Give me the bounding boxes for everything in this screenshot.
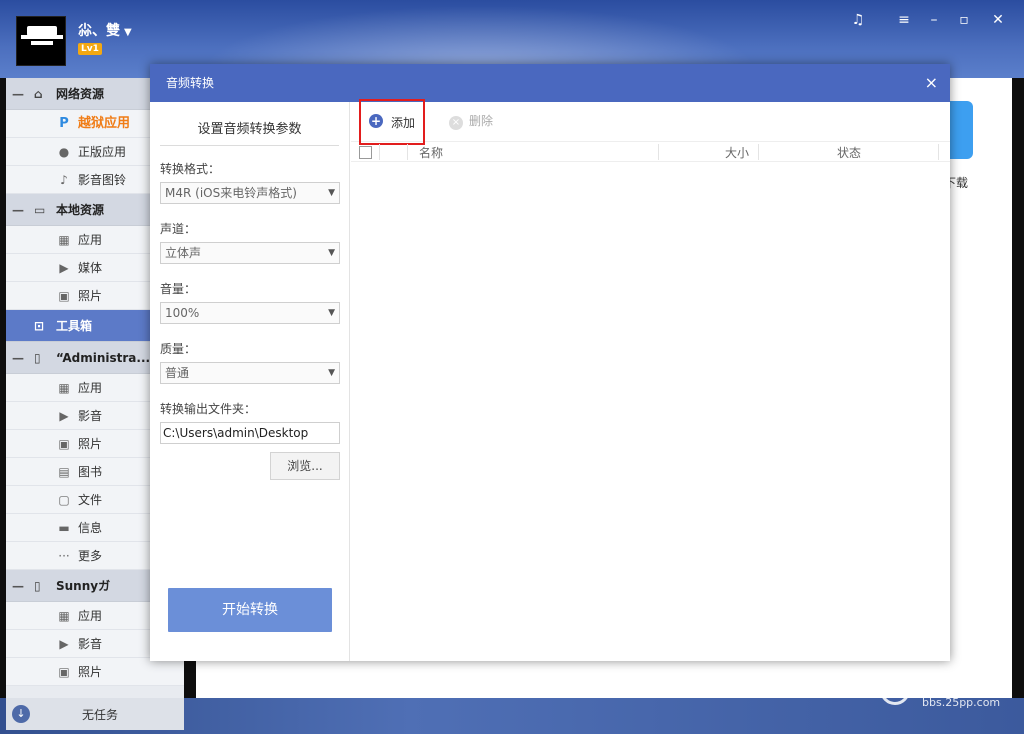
sidebar-item-sunny-photos[interactable]: ▣ 照片 bbox=[6, 658, 184, 686]
browse-button[interactable]: 浏览... bbox=[270, 452, 340, 480]
video-icon: ▶ bbox=[59, 409, 69, 423]
username: 尛、雙 bbox=[78, 23, 120, 39]
channel-select[interactable]: 立体声 ▼ bbox=[160, 242, 340, 264]
pp-icon: P bbox=[59, 116, 69, 131]
toolbox-icon: ⊡ bbox=[34, 319, 45, 333]
pp-logo-icon: P bbox=[880, 674, 910, 705]
photo-icon: ▣ bbox=[58, 289, 70, 303]
watermark: P PP助手 bbs.25pp.com bbox=[880, 672, 1000, 709]
file-icon: ▢ bbox=[58, 493, 70, 507]
maximize-icon[interactable]: ▫ bbox=[954, 12, 974, 28]
collapse-icon[interactable]: — bbox=[12, 194, 24, 226]
minimize-icon[interactable]: – bbox=[924, 12, 944, 28]
phone-icon: ▯ bbox=[34, 351, 41, 365]
volume-select[interactable]: 100% ▼ bbox=[160, 302, 340, 324]
start-convert-button[interactable]: 开始转换 bbox=[168, 588, 332, 632]
delete-icon: × bbox=[449, 116, 463, 130]
download-icon: ↓ bbox=[12, 705, 30, 723]
dialog-title: 音频转换 bbox=[166, 76, 215, 90]
select-all-checkbox[interactable] bbox=[359, 146, 372, 159]
volume-label: 音量： bbox=[160, 282, 197, 296]
menu-icon[interactable]: ≡ bbox=[894, 12, 914, 28]
music-icon[interactable]: ♫ bbox=[848, 12, 868, 28]
task-panel[interactable]: ↓ 无任务 bbox=[6, 698, 184, 730]
photo-icon: ▣ bbox=[58, 665, 70, 679]
close-window-icon[interactable]: ✕ bbox=[988, 12, 1008, 28]
params-heading: 设置音频转换参数 bbox=[160, 118, 339, 146]
delete-button[interactable]: × 删除 bbox=[449, 112, 493, 130]
plus-icon: + bbox=[369, 114, 383, 128]
monitor-icon: ▭ bbox=[34, 203, 46, 217]
params-panel: 设置音频转换参数 转换格式： M4R (iOS来电铃声格式) ▼ 声道： 立体声… bbox=[150, 102, 350, 661]
quality-label: 质量： bbox=[160, 342, 197, 356]
format-select[interactable]: M4R (iOS来电铃声格式) ▼ bbox=[160, 182, 340, 204]
add-button[interactable]: + 添加 bbox=[359, 99, 425, 145]
output-folder-label: 转换输出文件夹： bbox=[160, 402, 257, 416]
chevron-down-icon: ▼ bbox=[328, 188, 335, 198]
chevron-down-icon: ▼ bbox=[124, 27, 132, 38]
app-window: 尛、雙 ▼ Lv1 ♫ ≡ – ▫ ✕ — ⌂ 网络资源 P 越狱应用 ● 正版应… bbox=[0, 0, 1024, 734]
apps-grid-icon: ▦ bbox=[58, 381, 70, 395]
column-header-size[interactable]: 大小 bbox=[725, 144, 749, 161]
file-list-panel: + 添加 × 删除 名称 大小 状态 bbox=[351, 99, 950, 661]
output-folder-input[interactable] bbox=[160, 422, 340, 444]
message-icon: ▬ bbox=[58, 521, 70, 535]
apple-icon: ● bbox=[58, 145, 70, 159]
video-icon: ▶ bbox=[59, 261, 69, 275]
book-icon: ▤ bbox=[58, 465, 70, 479]
table-header: 名称 大小 状态 bbox=[351, 142, 950, 162]
collapse-icon[interactable]: — bbox=[12, 78, 24, 110]
level-badge: Lv1 bbox=[78, 43, 102, 55]
collapse-icon[interactable]: — bbox=[12, 570, 24, 602]
chevron-down-icon: ▼ bbox=[328, 368, 335, 378]
home-icon: ⌂ bbox=[34, 87, 43, 101]
format-label: 转换格式： bbox=[160, 162, 221, 176]
photo-icon: ▣ bbox=[58, 437, 70, 451]
apps-grid-icon: ▦ bbox=[58, 233, 70, 247]
video-icon: ▶ bbox=[59, 637, 69, 651]
chevron-down-icon: ▼ bbox=[328, 308, 335, 318]
user-menu[interactable]: 尛、雙 ▼ bbox=[78, 20, 132, 40]
apps-grid-icon: ▦ bbox=[58, 609, 70, 623]
status-bar: ↓ 无任务 bbox=[0, 698, 1024, 734]
close-icon[interactable]: × bbox=[925, 64, 938, 102]
column-header-status[interactable]: 状态 bbox=[837, 144, 861, 161]
collapse-icon[interactable]: — bbox=[12, 342, 24, 374]
more-icon: ··· bbox=[58, 549, 70, 563]
file-toolbar: + 添加 × 删除 bbox=[351, 99, 950, 145]
avatar[interactable] bbox=[16, 16, 66, 66]
task-status: 无任务 bbox=[82, 708, 119, 722]
quality-select[interactable]: 普通 ▼ bbox=[160, 362, 340, 384]
channel-label: 声道： bbox=[160, 222, 197, 236]
column-header-name[interactable]: 名称 bbox=[419, 144, 443, 161]
chevron-down-icon: ▼ bbox=[328, 248, 335, 258]
phone-icon: ▯ bbox=[34, 579, 41, 593]
dialog-title-bar: 音频转换 × bbox=[150, 64, 950, 102]
audio-convert-dialog: 音频转换 × 设置音频转换参数 转换格式： M4R (iOS来电铃声格式) ▼ … bbox=[150, 64, 950, 661]
music-note-icon: ♪ bbox=[60, 173, 68, 187]
